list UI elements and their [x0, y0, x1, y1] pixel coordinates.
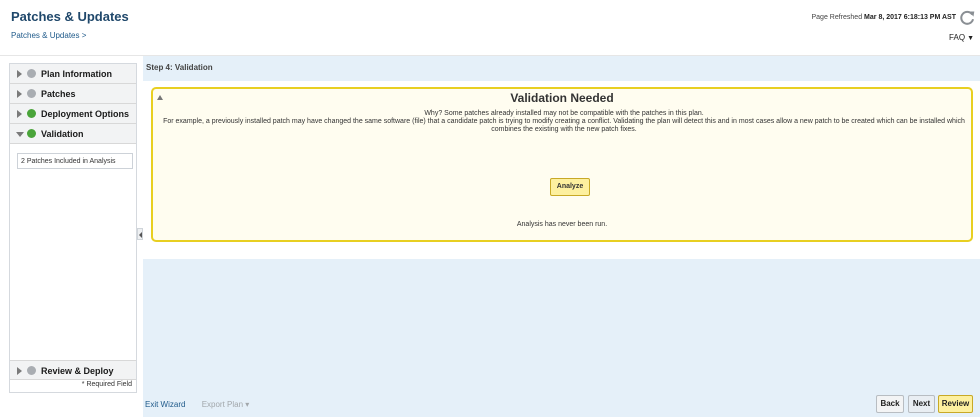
collapse-arrow-icon[interactable]: [16, 132, 24, 137]
chevron-down-icon: ▾: [245, 400, 250, 409]
refresh-time: Mar 8, 2017 6:18:13 PM AST: [864, 14, 956, 21]
validation-sub-panel: 2 Patches Included in Analysis: [10, 144, 136, 360]
step-review-deploy[interactable]: Review & Deploy: [10, 360, 136, 380]
expand-arrow-icon[interactable]: [17, 90, 22, 98]
chevron-down-icon: ▼: [967, 35, 974, 42]
step-label: Deployment Options: [41, 109, 130, 119]
validation-line-2: For example, a previously installed patc…: [163, 118, 965, 133]
validation-needed-box: Validation Needed Why? Some patches alre…: [151, 87, 973, 242]
next-button[interactable]: Next: [908, 395, 935, 413]
step-patches[interactable]: Patches: [10, 84, 136, 104]
main-panel: Step 4: Validation Validation Needed Why…: [143, 56, 980, 417]
review-button[interactable]: Review: [938, 395, 973, 413]
expand-arrow-icon[interactable]: [17, 70, 22, 78]
validation-line-1: Why? Some patches already installed may …: [424, 110, 704, 117]
analysis-status: Analysis has never been run.: [516, 221, 608, 228]
patches-included-item[interactable]: 2 Patches Included in Analysis: [17, 153, 133, 169]
page-title: Patches & Updates: [11, 9, 129, 24]
refresh-prefix: Page Refreshed: [811, 14, 863, 21]
validation-title: Validation Needed: [510, 91, 614, 105]
status-dot-icon: [27, 89, 36, 98]
exit-wizard-link[interactable]: Exit Wizard: [145, 400, 185, 409]
footer-links: Exit Wizard Export Plan ▾: [145, 400, 249, 409]
validation-description: Why? Some patches already installed may …: [161, 110, 967, 134]
status-dot-icon: [27, 69, 36, 78]
status-dot-icon: [27, 109, 36, 118]
step-deployment-options[interactable]: Deployment Options: [10, 104, 136, 124]
refresh-icon[interactable]: [959, 9, 976, 26]
analyze-button[interactable]: Analyze: [550, 178, 590, 196]
expand-arrow-icon[interactable]: [17, 367, 22, 375]
wizard-steps-sidebar: Plan Information Patches Deployment Opti…: [9, 63, 137, 393]
content-box: Validation Needed Why? Some patches alre…: [143, 81, 980, 259]
page-refreshed-text: Page Refreshed Mar 8, 2017 6:18:13 PM AS…: [812, 14, 957, 21]
step-title: Step 4: Validation: [146, 63, 213, 72]
page-header: Patches & Updates Patches & Updates > Pa…: [0, 0, 980, 56]
export-plan-menu: Export Plan ▾: [202, 400, 250, 409]
step-label: Validation: [41, 129, 84, 139]
status-dot-icon: [27, 366, 36, 375]
required-field-note: * Required Field: [81, 381, 132, 388]
expand-arrow-icon[interactable]: [17, 110, 22, 118]
faq-menu[interactable]: FAQ ▼: [949, 33, 974, 42]
step-validation[interactable]: Validation: [10, 124, 136, 144]
step-label: Plan Information: [41, 69, 113, 79]
export-plan-label: Export Plan: [201, 400, 244, 409]
breadcrumb[interactable]: Patches & Updates >: [11, 31, 86, 40]
step-label: Patches: [41, 89, 76, 99]
back-button[interactable]: Back: [876, 395, 904, 413]
status-dot-icon: [27, 129, 36, 138]
step-plan-information[interactable]: Plan Information: [10, 64, 136, 84]
step-label: Review & Deploy: [41, 366, 114, 376]
faq-label: FAQ: [949, 33, 966, 42]
